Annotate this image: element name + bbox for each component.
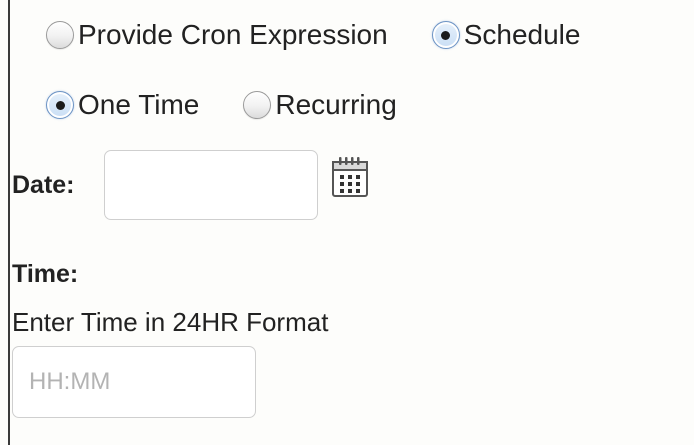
calendar-icon[interactable] (330, 155, 370, 199)
radio-button-schedule[interactable] (431, 21, 460, 49)
radio-label-cron-expression: Provide Cron Expression (78, 19, 388, 50)
date-label: Date: (12, 171, 75, 199)
radio-label-schedule: Schedule (463, 19, 581, 50)
radio-label-recurring: Recurring (275, 89, 397, 120)
radio-option-one-time[interactable]: One Time (46, 89, 199, 121)
radio-button-cron-expression[interactable] (46, 21, 74, 49)
calendar-button[interactable] (330, 155, 370, 199)
time-input[interactable] (12, 346, 256, 418)
date-input[interactable] (104, 150, 318, 220)
time-label: Time: (12, 260, 79, 288)
radio-option-recurring[interactable]: Recurring (243, 89, 397, 121)
radio-selected-dot (441, 30, 451, 40)
radio-option-schedule[interactable]: Schedule (431, 19, 581, 51)
radio-button-one-time[interactable] (46, 91, 74, 119)
radio-selected-dot (55, 100, 65, 110)
radio-option-cron-expression[interactable]: Provide Cron Expression (46, 19, 388, 51)
radio-label-one-time: One Time (78, 89, 200, 120)
time-format-hint: Enter Time in 24HR Format (12, 307, 329, 337)
frequency-radio-group: One Time Recurring (46, 89, 397, 121)
schedule-mode-radio-group: Provide Cron Expression Schedule (46, 19, 580, 51)
radio-button-recurring[interactable] (243, 91, 272, 119)
